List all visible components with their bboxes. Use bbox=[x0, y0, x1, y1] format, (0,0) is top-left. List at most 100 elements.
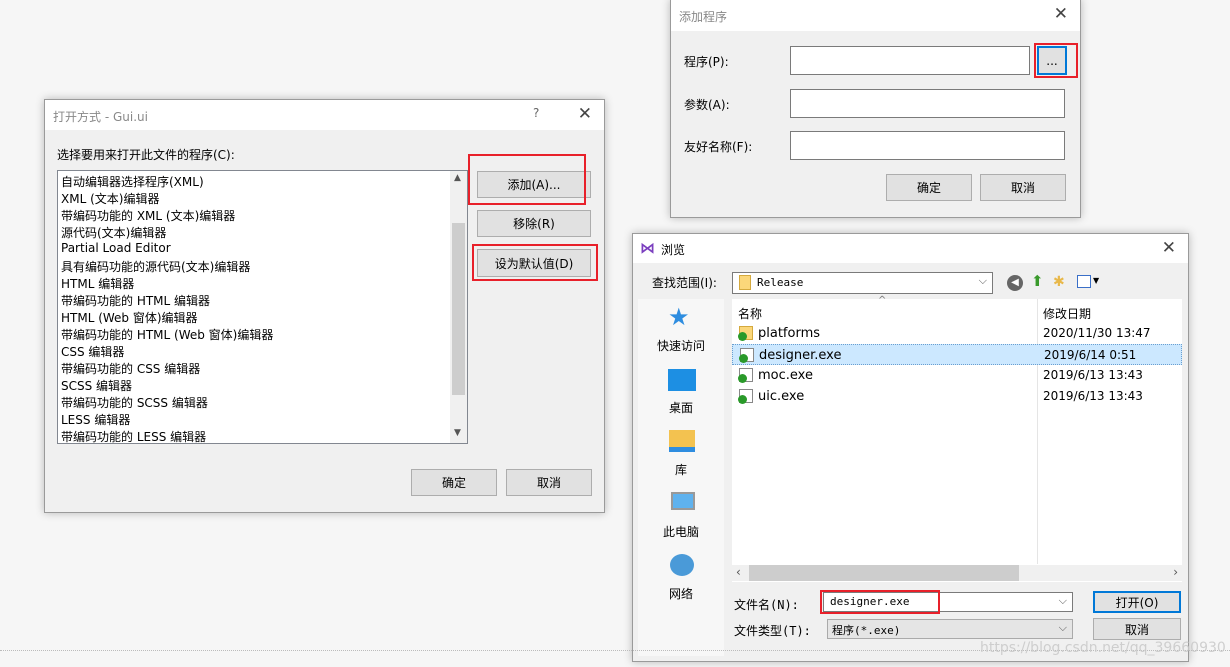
friendly-name-input[interactable] bbox=[790, 131, 1065, 160]
ok-button[interactable]: 确定 bbox=[886, 174, 972, 201]
highlight-box bbox=[1034, 43, 1078, 78]
sidebar-item-network[interactable]: 网络 bbox=[638, 585, 724, 602]
list-item[interactable]: 自动编辑器选择程序(XML) bbox=[61, 173, 204, 190]
look-in-label: 查找范围(I): bbox=[652, 276, 717, 290]
file-row[interactable]: platforms 2020/11/30 13:47 bbox=[732, 323, 1182, 344]
cancel-button[interactable]: 取消 bbox=[980, 174, 1066, 201]
dialog-title: 添加程序 bbox=[679, 10, 728, 24]
sort-ascending-icon: ^ bbox=[878, 295, 887, 306]
library-icon[interactable] bbox=[669, 430, 695, 452]
filetype-value: 程序(*.exe) bbox=[832, 624, 901, 637]
file-row[interactable]: designer.exe 2019/6/14 0:51 bbox=[732, 344, 1182, 365]
folder-icon bbox=[738, 326, 753, 341]
list-item[interactable]: SCSS 编辑器 bbox=[61, 377, 132, 394]
look-in-combo[interactable]: Release ⌵ bbox=[732, 272, 993, 294]
list-item[interactable]: 源代码(文本)编辑器 bbox=[61, 224, 166, 241]
cancel-button[interactable]: 取消 bbox=[1093, 618, 1181, 640]
chevron-down-icon: ⌵ bbox=[978, 274, 987, 287]
file-date: 2019/6/14 0:51 bbox=[1044, 348, 1137, 362]
dialog-title: 打开方式 - Gui.ui bbox=[53, 110, 148, 124]
new-folder-icon[interactable]: ✱ bbox=[1053, 274, 1065, 290]
file-date: 2020/11/30 13:47 bbox=[1043, 326, 1151, 340]
visual-studio-icon: ⋈ bbox=[640, 239, 655, 257]
file-list[interactable]: ^ 名称 修改日期 platforms 2020/11/30 13:47 desig… bbox=[732, 295, 1182, 582]
help-button[interactable]: ? bbox=[533, 106, 539, 120]
file-date: 2019/6/13 13:43 bbox=[1043, 389, 1143, 403]
list-item[interactable]: 带编码功能的 XML (文本)编辑器 bbox=[61, 207, 235, 224]
column-header-name[interactable]: 名称 bbox=[738, 305, 762, 322]
file-row[interactable]: uic.exe 2019/6/13 13:43 bbox=[732, 386, 1182, 407]
highlight-box bbox=[472, 244, 598, 281]
list-item[interactable]: HTML (Web 窗体)编辑器 bbox=[61, 309, 198, 326]
cancel-button[interactable]: 取消 bbox=[506, 469, 592, 496]
list-item[interactable]: 带编码功能的 HTML (Web 窗体)编辑器 bbox=[61, 326, 273, 343]
highlight-box bbox=[820, 590, 940, 614]
list-item[interactable]: 带编码功能的 CSS 编辑器 bbox=[61, 360, 200, 377]
list-item[interactable]: CSS 编辑器 bbox=[61, 343, 124, 360]
highlight-box bbox=[468, 154, 586, 205]
exe-icon bbox=[738, 368, 753, 383]
title-bar: 打开方式 - Gui.ui ? ✕ bbox=[45, 100, 604, 130]
back-icon[interactable]: ◀ bbox=[1007, 275, 1023, 291]
sidebar-item-desktop[interactable]: 桌面 bbox=[638, 399, 724, 416]
args-input[interactable] bbox=[790, 89, 1065, 118]
sidebar-item-library[interactable]: 库 bbox=[638, 461, 724, 478]
remove-button[interactable]: 移除(R) bbox=[477, 210, 591, 237]
add-program-dialog: 添加程序 ✕ 程序(P): ... 参数(A): 友好名称(F): 确定 取消 bbox=[670, 0, 1081, 218]
open-with-dialog: 打开方式 - Gui.ui ? ✕ 选择要用来打开此文件的程序(C): 自动编辑… bbox=[44, 99, 605, 513]
program-list[interactable]: 自动编辑器选择程序(XML) XML (文本)编辑器 带编码功能的 XML (文本)… bbox=[57, 170, 468, 444]
list-item[interactable]: Partial Load Editor bbox=[61, 241, 171, 255]
look-in-value: Release bbox=[757, 276, 804, 289]
scrollbar[interactable]: ▲ ▼ bbox=[450, 171, 467, 443]
file-name: designer.exe bbox=[759, 348, 842, 363]
dialog-title: 浏览 bbox=[661, 243, 686, 257]
quick-access-icon[interactable]: ★ bbox=[668, 303, 690, 331]
sidebar-item-quick-access[interactable]: 快速访问 bbox=[638, 337, 724, 354]
file-name: uic.exe bbox=[758, 389, 805, 404]
view-menu-icon[interactable] bbox=[1077, 275, 1091, 288]
list-item[interactable]: HTML 编辑器 bbox=[61, 275, 134, 292]
exe-icon bbox=[739, 348, 754, 363]
chevron-down-icon[interactable]: ⌵ bbox=[1059, 594, 1067, 608]
file-name: platforms bbox=[758, 326, 821, 341]
program-label: 程序(P): bbox=[684, 55, 729, 69]
filetype-combo[interactable]: 程序(*.exe) ⌵ bbox=[827, 619, 1073, 639]
horizontal-scrollbar[interactable]: ‹ › bbox=[732, 565, 1182, 581]
sidebar-item-this-pc[interactable]: 此电脑 bbox=[638, 523, 724, 540]
ok-button[interactable]: 确定 bbox=[411, 469, 497, 496]
chevron-down-icon[interactable]: ▼ bbox=[1093, 276, 1099, 285]
list-item[interactable]: 带编码功能的 LESS 编辑器 bbox=[61, 428, 206, 445]
prompt-label: 选择要用来打开此文件的程序(C): bbox=[57, 148, 235, 162]
network-icon[interactable] bbox=[670, 554, 694, 576]
list-item[interactable]: LESS 编辑器 bbox=[61, 411, 130, 428]
file-name: moc.exe bbox=[758, 368, 813, 383]
args-label: 参数(A): bbox=[684, 98, 730, 112]
list-item[interactable]: XML (文本)编辑器 bbox=[61, 190, 159, 207]
close-icon[interactable]: ✕ bbox=[1162, 238, 1176, 258]
list-item[interactable]: 带编码功能的 HTML 编辑器 bbox=[61, 292, 210, 309]
folder-icon bbox=[739, 275, 751, 290]
desktop-icon[interactable] bbox=[668, 369, 696, 391]
scroll-left-icon[interactable]: ‹ bbox=[736, 565, 741, 579]
places-sidebar: ★ 快速访问 桌面 库 此电脑 网络 bbox=[638, 299, 724, 656]
this-pc-icon[interactable] bbox=[671, 492, 695, 510]
title-bar: ⋈ 浏览 ✕ bbox=[633, 234, 1188, 263]
browse-dialog: ⋈ 浏览 ✕ 查找范围(I): Release ⌵ ◀ ⬆ ✱ ▼ ★ 快速访问… bbox=[632, 233, 1189, 662]
open-button[interactable]: 打开(O) bbox=[1093, 591, 1181, 613]
file-date: 2019/6/13 13:43 bbox=[1043, 368, 1143, 382]
program-input[interactable] bbox=[790, 46, 1030, 75]
filename-label: 文件名(N): bbox=[734, 598, 799, 612]
column-header-date[interactable]: 修改日期 bbox=[1043, 305, 1091, 322]
close-icon[interactable]: ✕ bbox=[578, 104, 592, 124]
filetype-label: 文件类型(T): bbox=[734, 624, 811, 638]
friendly-name-label: 友好名称(F): bbox=[684, 140, 753, 154]
chevron-down-icon[interactable]: ⌵ bbox=[1059, 621, 1067, 635]
watermark: https://blog.csdn.net/qq_39660930 bbox=[980, 640, 1226, 656]
close-icon[interactable]: ✕ bbox=[1054, 4, 1068, 24]
exe-icon bbox=[738, 389, 753, 404]
list-item[interactable]: 具有编码功能的源代码(文本)编辑器 bbox=[61, 258, 250, 275]
file-row[interactable]: moc.exe 2019/6/13 13:43 bbox=[732, 365, 1182, 386]
scroll-right-icon[interactable]: › bbox=[1173, 565, 1178, 579]
up-folder-icon[interactable]: ⬆ bbox=[1031, 272, 1044, 290]
list-item[interactable]: 带编码功能的 SCSS 编辑器 bbox=[61, 394, 208, 411]
